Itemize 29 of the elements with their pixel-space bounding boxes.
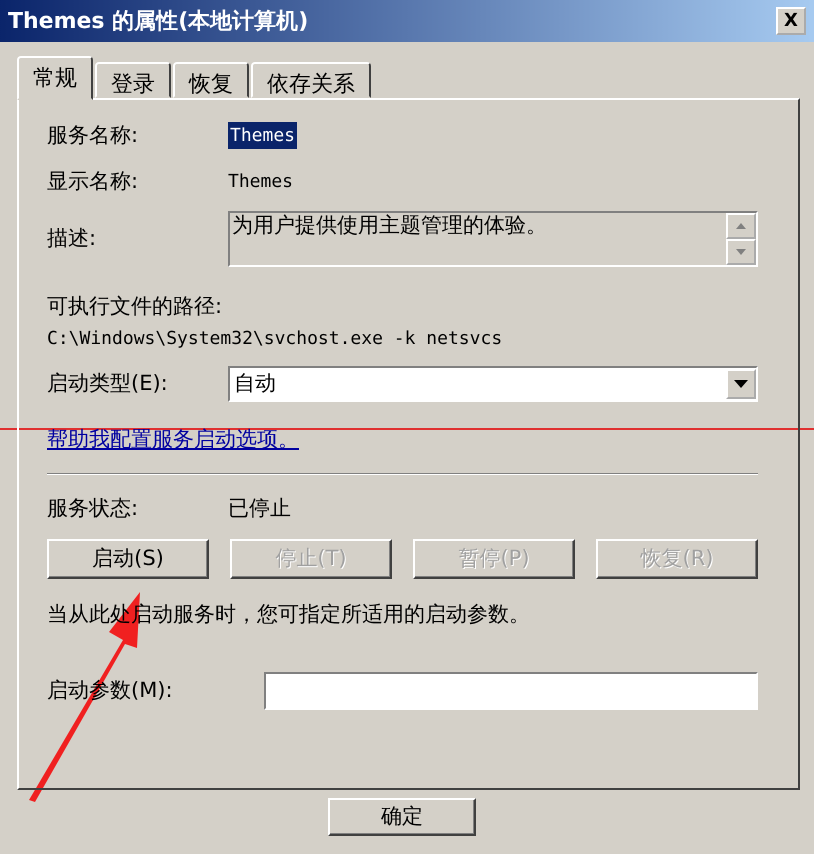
dropdown-button[interactable] — [726, 368, 756, 398]
status-value: 已停止 — [228, 495, 291, 522]
tab[interactable]: 常规 — [17, 56, 93, 100]
path-text: C:\Windows\System32\svchost.exe -k netsvcs — [47, 326, 502, 350]
help-link[interactable]: 帮助我配置服务启动选项。 — [47, 424, 299, 455]
description-text: 为用户提供使用主题管理的体验。 — [231, 213, 548, 239]
service-button[interactable]: 启动(S) — [47, 538, 209, 578]
tab[interactable]: 恢复 — [173, 62, 249, 98]
field-label: 服务名称: — [47, 122, 140, 149]
window-title: Themes 的属性(本地计算机) — [8, 8, 308, 36]
tab[interactable]: 依存关系 — [251, 62, 371, 98]
up-arrow-icon — [736, 223, 746, 229]
parameters-field[interactable] — [264, 672, 758, 710]
field-value: Themes — [228, 170, 294, 194]
field-label: 显示名称: — [47, 168, 140, 194]
field-label: 可执行文件的路径: — [47, 293, 222, 320]
tab[interactable]: 登录 — [95, 62, 171, 98]
scroll-up-button[interactable] — [726, 213, 756, 239]
scroll-down-button[interactable] — [726, 239, 756, 265]
startup-type-select[interactable]: 自动 — [228, 366, 758, 402]
field-label: 描述: — [47, 225, 98, 252]
field-label: 启动类型(E): — [47, 370, 169, 397]
close-button[interactable]: X — [776, 7, 806, 35]
select-value: 自动 — [234, 370, 276, 397]
field-value: Themes — [228, 122, 298, 150]
dropdown-arrow-icon — [734, 380, 748, 388]
down-arrow-icon — [736, 249, 746, 255]
field-label: 服务状态: — [47, 495, 140, 522]
dialog-button[interactable]: 确定 — [328, 798, 476, 836]
